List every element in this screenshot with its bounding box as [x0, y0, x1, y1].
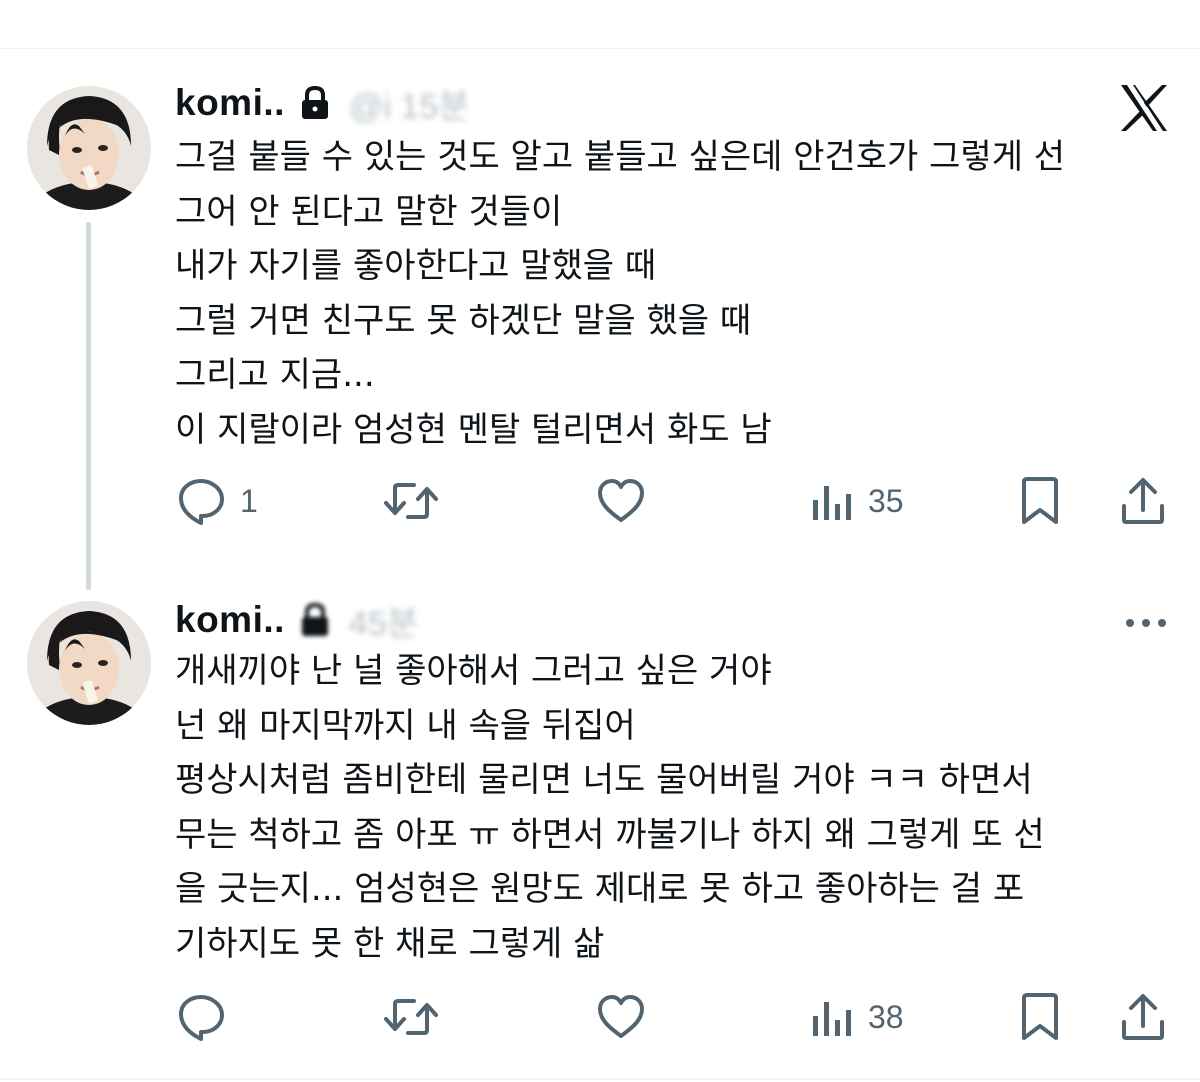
- share-button[interactable]: [1120, 476, 1166, 526]
- thread-connector-line: [86, 222, 91, 590]
- action-bar: 38: [0, 992, 1200, 1042]
- tweet-text-line: 개새끼야 난 널 좋아해서 그러고 싶은 거야: [175, 651, 772, 691]
- display-name[interactable]: komi..: [175, 82, 285, 124]
- views-button[interactable]: 38: [810, 992, 904, 1042]
- tweet-header: komi.. @i 15분: [175, 79, 470, 127]
- action-bar: 1 35: [0, 476, 1200, 526]
- avatar[interactable]: [27, 601, 151, 725]
- view-count: 35: [868, 482, 904, 519]
- tweet-text-line: 을 긋는지... 엄성현은 원망도 제대로 못 하고 좋아하는 걸 포: [175, 869, 1025, 909]
- share-icon: [1120, 476, 1166, 526]
- tweet-header: komi.. 45분: [175, 596, 418, 644]
- tweet-text: 그걸 붙들 수 있는 것도 알고 붙들고 싶은데 안건호가 그렇게 선 그어 안…: [175, 130, 1175, 457]
- tweet-text-line: 무는 척하고 좀 아포 ㅠ 하면서 까불기나 하지 왜 그렇게 또 선: [175, 814, 1045, 855]
- heart-icon: [596, 476, 646, 526]
- more-icon[interactable]: [1124, 614, 1168, 627]
- tweet-text-line: 기하지도 못 한 채로 그렇게 삶: [175, 923, 605, 964]
- reply-count: 1: [240, 482, 258, 519]
- tweet-text: 개새끼야 난 널 좋아해서 그러고 싶은 거야 넌 왜 마지막까지 내 속을 뒤…: [175, 644, 1175, 971]
- heart-icon: [596, 992, 646, 1042]
- bookmark-button[interactable]: [1020, 476, 1060, 526]
- tweet-text-line: 이 지랄이라 엄성현 멘탈 털리면서 화도 남: [175, 409, 772, 450]
- like-button[interactable]: [596, 992, 660, 1042]
- like-button[interactable]: [596, 476, 660, 526]
- tweet-text-line: 그걸 붙들 수 있는 것도 알고 붙들고 싶은데 안건호가 그렇게 선: [175, 137, 1066, 177]
- bookmark-icon: [1020, 476, 1060, 526]
- avatar[interactable]: [27, 86, 151, 210]
- x-logo-icon[interactable]: [1118, 82, 1170, 134]
- lock-icon: [299, 602, 331, 638]
- tweet-text-line: 그리고 지금...: [175, 355, 375, 395]
- retweet-button[interactable]: [384, 476, 452, 526]
- view-count: 38: [868, 998, 904, 1035]
- display-name[interactable]: komi..: [175, 599, 285, 641]
- bottom-divider: [0, 1078, 1200, 1080]
- tweet-text-line: 그럴 거면 친구도 못 하겠단 말을 했을 때: [175, 300, 752, 341]
- share-button[interactable]: [1120, 992, 1166, 1042]
- top-divider: [0, 48, 1200, 49]
- tweet-text-line: 내가 자기를 좋아한다고 말했을 때: [175, 246, 657, 286]
- retweet-button[interactable]: [384, 992, 452, 1042]
- reply-icon: [176, 476, 226, 526]
- tweet-text-line: 넌 왜 마지막까지 내 속을 뒤집어: [175, 705, 636, 746]
- views-icon: [810, 992, 854, 1042]
- tweet-text-line: 평상시처럼 좀비한테 물리면 너도 물어버릴 거야 ㅋㅋ 하면서: [175, 760, 1033, 800]
- lock-icon: [299, 85, 331, 121]
- reply-button[interactable]: [176, 992, 240, 1042]
- share-icon: [1120, 992, 1166, 1042]
- user-handle[interactable]: @i 15분: [349, 79, 470, 128]
- reply-button[interactable]: 1: [176, 476, 258, 526]
- user-handle[interactable]: 45분: [349, 596, 418, 645]
- reply-icon: [176, 992, 226, 1042]
- retweet-icon: [384, 476, 438, 526]
- tweet-text-line: 그어 안 된다고 말한 것들이: [175, 191, 563, 232]
- bookmark-icon: [1020, 992, 1060, 1042]
- views-icon: [810, 476, 854, 526]
- retweet-icon: [384, 992, 438, 1042]
- bookmark-button[interactable]: [1020, 992, 1060, 1042]
- views-button[interactable]: 35: [810, 476, 904, 526]
